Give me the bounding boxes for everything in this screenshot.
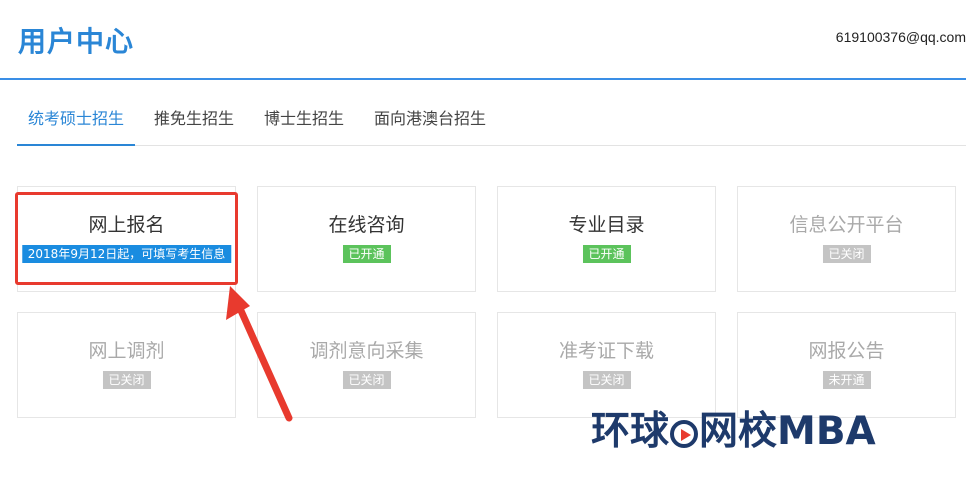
watermark-logo: 环球 网校MBA <box>591 400 876 456</box>
card-info-disclosure[interactable]: 信息公开平台 已关闭 <box>737 186 956 292</box>
page-header: 用户中心 619100376@qq.com <box>0 0 966 80</box>
card-title: 信息公开平台 <box>789 214 904 236</box>
status-badge: 已关闭 <box>822 245 871 263</box>
status-badge: 已关闭 <box>102 371 151 389</box>
card-adjustment-intent[interactable]: 调剂意向采集 已关闭 <box>257 312 476 418</box>
watermark-text-2: 网校MBA <box>699 409 876 454</box>
status-badge: 已开通 <box>342 245 391 263</box>
card-title: 网报公告 <box>808 340 885 362</box>
card-major-catalog[interactable]: 专业目录 已开通 <box>497 186 716 292</box>
card-title: 调剂意向采集 <box>309 340 424 362</box>
status-badge: 已开通 <box>582 245 631 263</box>
card-title: 在线咨询 <box>328 214 405 236</box>
admission-tabs: 统考硕士招生 推免生招生 博士生招生 面向港澳台招生 <box>17 100 966 146</box>
user-email[interactable]: 619100376@qq.com <box>836 29 966 45</box>
card-online-adjustment[interactable]: 网上调剂 已关闭 <box>17 312 236 418</box>
card-title: 专业目录 <box>568 214 645 236</box>
status-badge: 未开通 <box>822 371 871 389</box>
watermark-text-1: 环球 <box>591 409 670 454</box>
card-title: 准考证下载 <box>558 340 654 362</box>
play-icon <box>670 419 699 448</box>
tab-hk-macao-taiwan[interactable]: 面向港澳台招生 <box>363 100 497 146</box>
card-online-registration[interactable]: 网上报名 2018年9月12日起，可填写考生信息 <box>17 186 236 292</box>
tab-recommended[interactable]: 推免生招生 <box>143 100 245 146</box>
tab-doctoral[interactable]: 博士生招生 <box>253 100 355 146</box>
card-title: 网上报名 <box>88 214 165 236</box>
tab-unified-masters[interactable]: 统考硕士招生 <box>17 100 136 146</box>
page-title: 用户中心 <box>18 25 135 58</box>
status-badge: 2018年9月12日起，可填写考生信息 <box>21 245 232 263</box>
status-badge: 已关闭 <box>582 371 631 389</box>
card-title: 网上调剂 <box>88 340 165 362</box>
status-badge: 已关闭 <box>342 371 391 389</box>
card-online-consult[interactable]: 在线咨询 已开通 <box>257 186 476 292</box>
